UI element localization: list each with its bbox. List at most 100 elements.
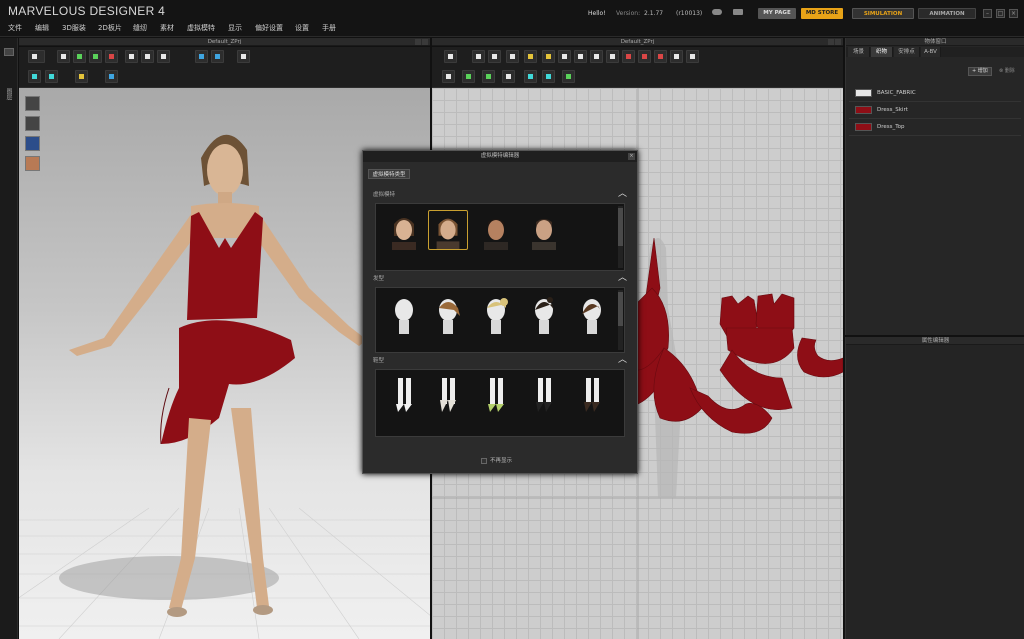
measure-tool[interactable] <box>141 50 154 63</box>
check-sewing-tool[interactable] <box>502 70 515 83</box>
avatar-pose-tool[interactable] <box>157 50 170 63</box>
dont-show-label: 不再显示 <box>490 458 513 464</box>
avatars-scrollbar[interactable] <box>618 206 623 268</box>
chevron-up-icon[interactable]: ︿ <box>618 273 627 283</box>
internal-circle-tool[interactable] <box>606 50 619 63</box>
refresh-icon[interactable] <box>444 50 457 63</box>
pin-tool[interactable] <box>125 50 138 63</box>
menu-file[interactable]: 文件 <box>8 23 22 33</box>
avatar-thumbnail[interactable] <box>476 210 516 250</box>
avatar-thumbnail[interactable] <box>524 210 564 250</box>
polygon-tool[interactable] <box>542 50 555 63</box>
cloud-icon[interactable] <box>712 9 722 15</box>
close-icon[interactable]: × <box>1009 9 1018 18</box>
chevron-up-icon[interactable]: ︿ <box>618 189 627 199</box>
menu-3d-garment[interactable]: 3D服装 <box>62 23 86 33</box>
shoe-thumbnail[interactable] <box>428 376 468 416</box>
object-window-tabs: 场景 织物 安排点 A-BV <box>846 47 1024 57</box>
menu-materials[interactable]: 素材 <box>160 23 174 33</box>
grid-tool[interactable] <box>562 70 575 83</box>
fabric-name: Dress_Top <box>877 124 905 130</box>
hairstyle-thumbnail[interactable] <box>524 294 564 334</box>
hairstyle-thumbnail[interactable] <box>384 294 424 334</box>
free-sewing-tool[interactable] <box>462 70 475 83</box>
shirt-back-tool[interactable] <box>211 50 224 63</box>
notch-tool[interactable] <box>654 50 667 63</box>
tab-fabric[interactable]: 织物 <box>871 47 893 57</box>
checkbox-icon[interactable] <box>481 457 487 464</box>
fabric-row[interactable]: Dress_Top <box>849 119 1021 136</box>
panel-3d-close-icon[interactable] <box>422 39 428 45</box>
transform-pattern-tool[interactable] <box>472 50 485 63</box>
menu-2d-pattern[interactable]: 2D板片 <box>98 23 122 33</box>
edit-sewing-tool[interactable] <box>482 70 495 83</box>
shoe-thumbnail[interactable] <box>476 376 516 416</box>
menu-display[interactable]: 显示 <box>228 23 242 33</box>
my-page-button[interactable]: MY PAGE <box>758 8 796 19</box>
sync-icon[interactable] <box>733 9 743 15</box>
panel-3d-restore-icon[interactable] <box>415 39 421 45</box>
simulation-tab[interactable]: SIMULATION <box>852 8 914 19</box>
shoe-thumbnail[interactable] <box>572 376 612 416</box>
hairstyle-thumbnail[interactable] <box>572 294 612 334</box>
pleat-tool[interactable] <box>670 50 683 63</box>
internal-polygon-tool[interactable] <box>590 50 603 63</box>
avatar-thumbnail[interactable] <box>428 210 468 250</box>
tab-scene[interactable]: 场景 <box>848 47 870 57</box>
menu-settings[interactable]: 设置 <box>295 23 309 33</box>
add-fabric-button[interactable]: + 增加 <box>968 67 992 76</box>
shoe-thumbnail[interactable] <box>524 376 564 416</box>
avatar-editor-dialog: 虚拟模特编辑器 × 虚拟模特类型 虚拟模特 ︿ 发型 ︿ 鞋型 ︿ 不再显示 <box>362 150 638 474</box>
circle-tool[interactable] <box>574 50 587 63</box>
fabric-row[interactable]: Dress_Skirt <box>849 102 1021 119</box>
tab-arrangement[interactable]: 安排点 <box>894 47 920 57</box>
shoe-thumbnail[interactable] <box>384 376 424 416</box>
edit-point-tool[interactable] <box>488 50 501 63</box>
hairstyle-thumbnail[interactable] <box>476 294 516 334</box>
version-label: Version: <box>616 10 641 17</box>
add-point-tool[interactable] <box>524 50 537 63</box>
panel-2d-close-icon[interactable] <box>835 39 841 45</box>
select-point-tool[interactable] <box>28 70 41 83</box>
maximize-icon[interactable]: □ <box>996 9 1005 18</box>
fabric-row[interactable]: BASIC_FABRIC <box>849 85 1021 102</box>
dart-tool[interactable] <box>622 50 635 63</box>
button-tool[interactable] <box>686 50 699 63</box>
section-hair-header: 发型 ︿ <box>373 273 629 284</box>
edit-curve-tool[interactable] <box>45 70 58 83</box>
fold-tool[interactable] <box>73 50 86 63</box>
select-mesh-tool[interactable] <box>28 50 45 63</box>
shirt-front-tool[interactable] <box>195 50 208 63</box>
animation-tab[interactable]: ANIMATION <box>918 8 976 19</box>
tab-avatar-type[interactable]: 虚拟模特类型 <box>368 169 410 179</box>
fold-pattern-tool[interactable] <box>638 50 651 63</box>
fold-arrange-tool[interactable] <box>89 50 102 63</box>
stretch-tool[interactable] <box>237 50 250 63</box>
tack-tool[interactable] <box>105 50 118 63</box>
menu-preferences[interactable]: 偏好设置 <box>255 23 283 33</box>
rectangle-tool[interactable] <box>558 50 571 63</box>
menu-manual[interactable]: 手册 <box>322 23 336 33</box>
close-icon[interactable]: × <box>628 153 635 160</box>
menu-sewing[interactable]: 缝纫 <box>133 23 147 33</box>
md-store-button[interactable]: MD STORE <box>801 8 843 19</box>
menu-edit[interactable]: 编辑 <box>35 23 49 33</box>
tab-abv[interactable]: A-BV <box>921 47 941 57</box>
select-move-tool[interactable] <box>57 50 70 63</box>
dont-show-again-checkbox[interactable]: 不再显示 <box>481 456 512 464</box>
chevron-up-icon[interactable]: ︿ <box>618 355 627 365</box>
panel-2d-restore-icon[interactable] <box>828 39 834 45</box>
menu-avatar[interactable]: 虚拟模特 <box>187 23 215 33</box>
delete-fabric-button[interactable]: ⊗ 删除 <box>996 67 1018 76</box>
edit-curvature-tool[interactable] <box>506 50 519 63</box>
texture-2d-tool[interactable] <box>524 70 537 83</box>
minimize-icon[interactable]: – <box>983 9 992 18</box>
segment-sewing-tool[interactable] <box>442 70 455 83</box>
hairstyles-scrollbar[interactable] <box>618 290 623 350</box>
edit-texture-tool[interactable] <box>542 70 555 83</box>
texture-tool[interactable] <box>105 70 118 83</box>
transform-tool[interactable] <box>75 70 88 83</box>
hairstyle-thumbnail[interactable] <box>428 294 468 334</box>
avatar-thumbnail[interactable] <box>384 210 424 250</box>
layer-icon[interactable] <box>4 48 14 56</box>
